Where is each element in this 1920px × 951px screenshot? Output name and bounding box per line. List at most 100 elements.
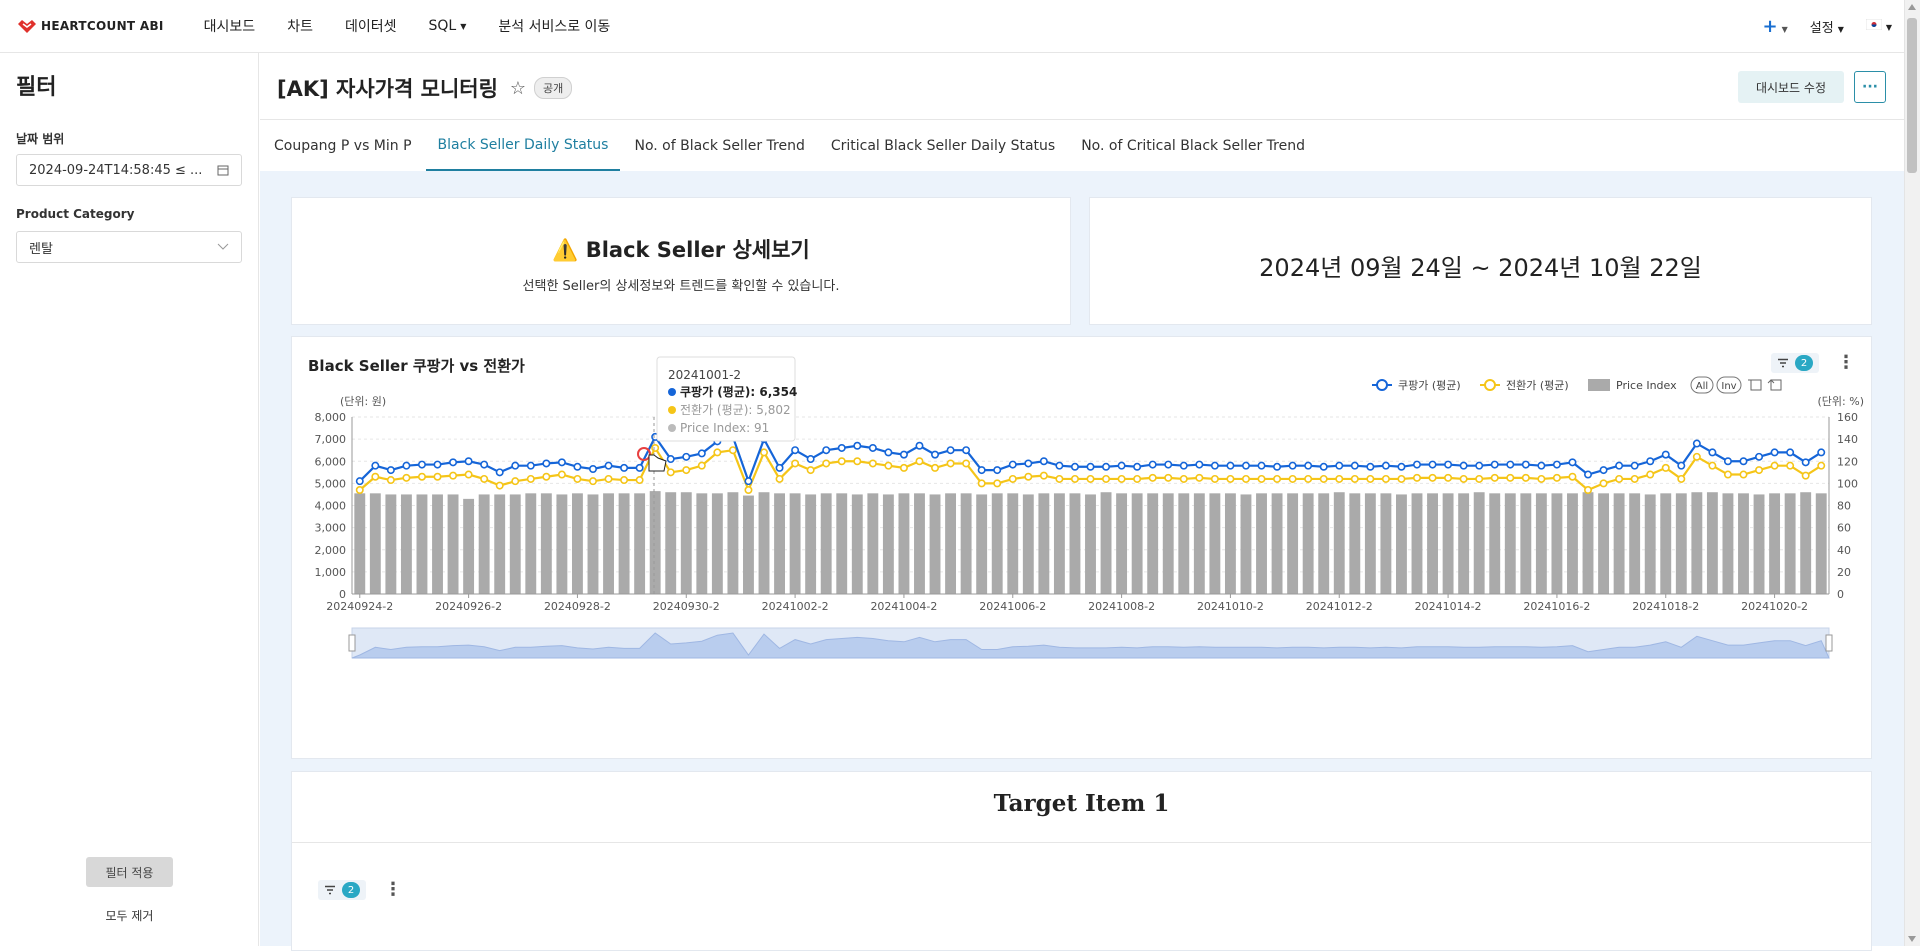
series-point [1459,474,1468,483]
series-point [1506,473,1515,482]
price-index-bar [1364,493,1376,594]
y-right-tick-label: 140 [1837,433,1858,446]
more-options-button[interactable]: ··· [1854,71,1886,103]
settings-menu[interactable]: 설정 ▼ [1810,17,1844,36]
scroll-thumb[interactable] [1907,18,1917,173]
price-index-bar [711,493,723,594]
nav-dataset[interactable]: 데이터셋 [329,16,413,36]
chart-svg[interactable]: (단위: 원) (단위: %) 쿠팡가 (평균) 전환가 (평균) Price … [292,337,1873,760]
tab-black-seller-daily[interactable]: Black Seller Daily Status [425,120,621,171]
product-category-value: 렌탈 [29,241,53,257]
kebab-menu-icon[interactable]: ⋮ [384,881,402,899]
x-tick-label: 20240928-2 [544,600,611,613]
series-point [884,461,893,470]
target-filter-button[interactable]: 2 [318,880,366,900]
price-index-bar [556,494,568,594]
add-menu[interactable]: + ▼ [1763,16,1788,37]
date-range-text: 2024년 09월 24일 ~ 2024년 10월 22일 [1259,254,1702,282]
series-point [1288,474,1297,483]
clear-all-button[interactable]: 모두 제거 [86,903,173,927]
x-tick-label: 20241002-2 [762,600,829,613]
scroll-up-icon[interactable] [1908,4,1916,10]
product-category-select[interactable]: 렌탈 [16,231,242,263]
series-point [1412,460,1421,469]
nav-analysis-service[interactable]: 분석 서비스로 이동 [482,16,626,36]
y-left-unit: (단위: 원) [340,395,386,408]
info-card-title: Black Seller 상세보기 [585,238,810,262]
series-point [1397,474,1406,483]
tab-black-seller-trend[interactable]: No. of Black Seller Trend [622,120,816,171]
price-index-bar [1629,493,1641,594]
star-icon[interactable]: ☆ [510,78,526,99]
price-index-bar [1567,493,1578,594]
legend-inv-toggle[interactable]: Inv [1716,376,1742,394]
series-point [417,460,426,469]
series-point [1552,460,1561,469]
price-index-bar [945,493,957,594]
data-zoom-slider[interactable] [348,627,1833,659]
series-point [1630,474,1639,483]
price-index-bar [1318,493,1330,594]
series-point [775,463,784,472]
series-point [697,449,706,458]
tooltip-price-index-value: 91 [754,421,769,435]
series-point [1179,461,1188,470]
scroll-down-icon[interactable] [1908,936,1916,942]
series-point [1210,474,1219,483]
price-index-bar [1178,493,1190,594]
legend-conversion[interactable]: 전환가 (평균) [1480,379,1569,392]
series-point [1444,460,1453,469]
price-index-bar [976,494,988,594]
legend-coupang[interactable]: 쿠팡가 (평균) [1372,379,1461,392]
tab-coupang-vs-min[interactable]: Coupang P vs Min P [262,120,424,171]
price-index-bar [1162,493,1174,594]
calendar-icon [217,165,229,176]
series-point [1102,462,1111,471]
series-point [588,464,597,473]
legend-price-index[interactable]: Price Index [1588,379,1677,392]
x-tick-label: 20241004-2 [870,600,937,613]
legend-all-toggle[interactable]: All [1690,376,1714,394]
price-index-bar [1224,493,1236,594]
date-range-input[interactable]: 2024-09-24T14:58:45 ≤ ... [16,154,242,186]
edit-dashboard-button[interactable]: 대시보드 수정 [1737,71,1844,103]
series-point [837,443,846,452]
series-point [962,459,971,468]
series-point [1801,471,1810,480]
nav-sql[interactable]: SQL ▼ [413,16,483,36]
tooltip-label-conversion: 전환가 (평균): 5,802 [680,403,791,417]
price-index-bar [1240,494,1252,594]
series-point [1817,448,1826,457]
brand-logo[interactable]: HEARTCOUNT ABI [16,18,164,34]
series-point [1475,461,1484,470]
heart-logo-icon [18,20,36,33]
zoom-reset-icon[interactable] [1767,379,1782,391]
page-scrollbar[interactable] [1904,0,1920,946]
apply-filter-button[interactable]: 필터 적용 [86,857,173,887]
price-index-bar [805,494,817,594]
series-point [1226,474,1235,483]
series-point [464,470,473,479]
series-point [557,470,566,479]
zoom-select-icon[interactable] [1748,379,1762,391]
series-point [1397,462,1406,471]
price-index-bar [665,492,677,594]
series-point [1615,474,1624,483]
series-point [1319,462,1328,471]
nav-chart[interactable]: 차트 [271,16,329,36]
series-point [1350,474,1359,483]
price-index-bar [727,492,739,594]
x-tick-label: 20240930-2 [653,600,720,613]
tab-critical-black-seller-daily[interactable]: Critical Black Seller Daily Status [819,120,1067,171]
series-point [682,452,691,461]
series-point [1133,462,1142,471]
caret-down-icon: ▼ [1885,23,1892,32]
series-point [1692,439,1701,448]
nav-dashboard[interactable]: 대시보드 [188,16,272,36]
price-index-bar [1800,492,1812,594]
language-menu[interactable]: ▼ [1865,18,1892,34]
tooltip-coupang-value: 6,354 [759,385,797,399]
price-index-bar [882,494,894,594]
tab-critical-black-seller-trend[interactable]: No. of Critical Black Seller Trend [1069,120,1317,171]
price-index-bar [1271,493,1283,594]
